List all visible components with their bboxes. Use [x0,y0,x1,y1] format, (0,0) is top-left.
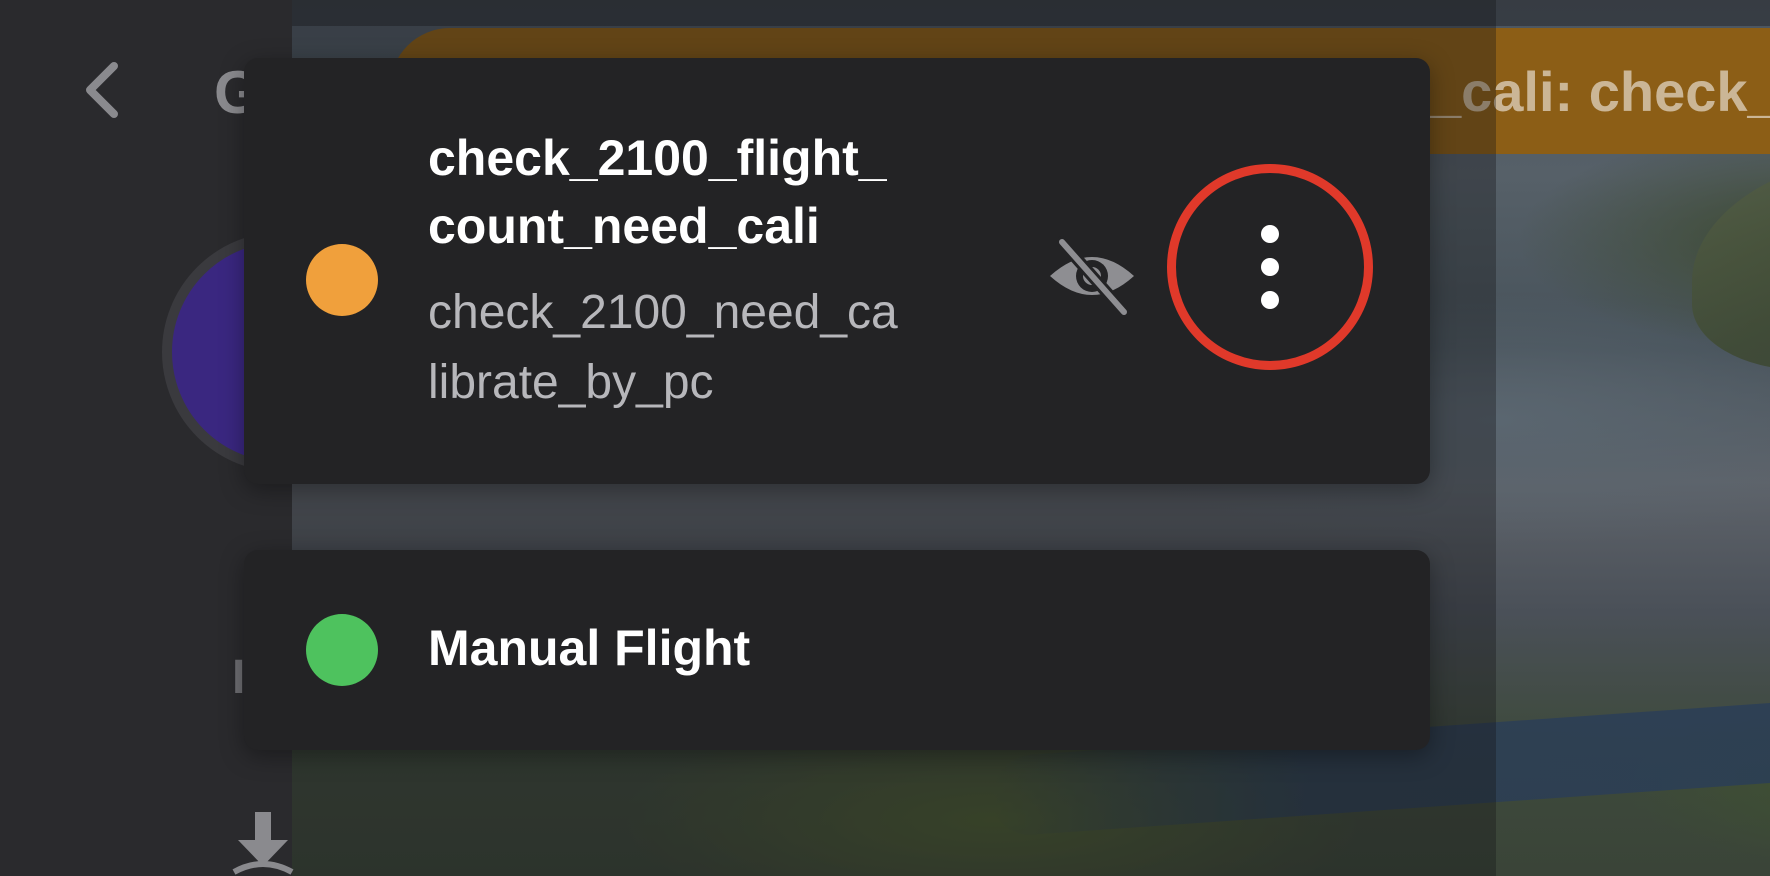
more-options-button[interactable] [1167,164,1373,370]
flight-subtitle-line: librate_by_pc [428,356,714,409]
flight-card-manual[interactable]: Manual Flight [244,550,1430,750]
status-dot-ok [306,614,378,686]
flight-title: check_2100_flight_ count_need_cali [428,124,1028,260]
flight-subtitle-line: check_2100_need_ca [428,286,898,339]
eye-slash-icon[interactable] [1044,228,1140,324]
flight-title-line: check_2100_flight_ [428,130,887,186]
flight-subtitle: check_2100_need_ca librate_by_pc [428,278,1028,418]
flight-title-line: count_need_cali [428,198,820,254]
more-vertical-icon [1261,225,1279,309]
chevron-left-icon[interactable] [80,60,124,120]
app-root: _cali: check_ G I check_2100_flight_ cou… [0,0,1770,876]
flight-title: Manual Flight [428,620,751,676]
feed-hills [1692,150,1770,370]
status-dot-warning [306,244,378,316]
download-icon[interactable] [228,812,298,876]
flight-card-check[interactable]: check_2100_flight_ count_need_cali check… [244,58,1430,484]
